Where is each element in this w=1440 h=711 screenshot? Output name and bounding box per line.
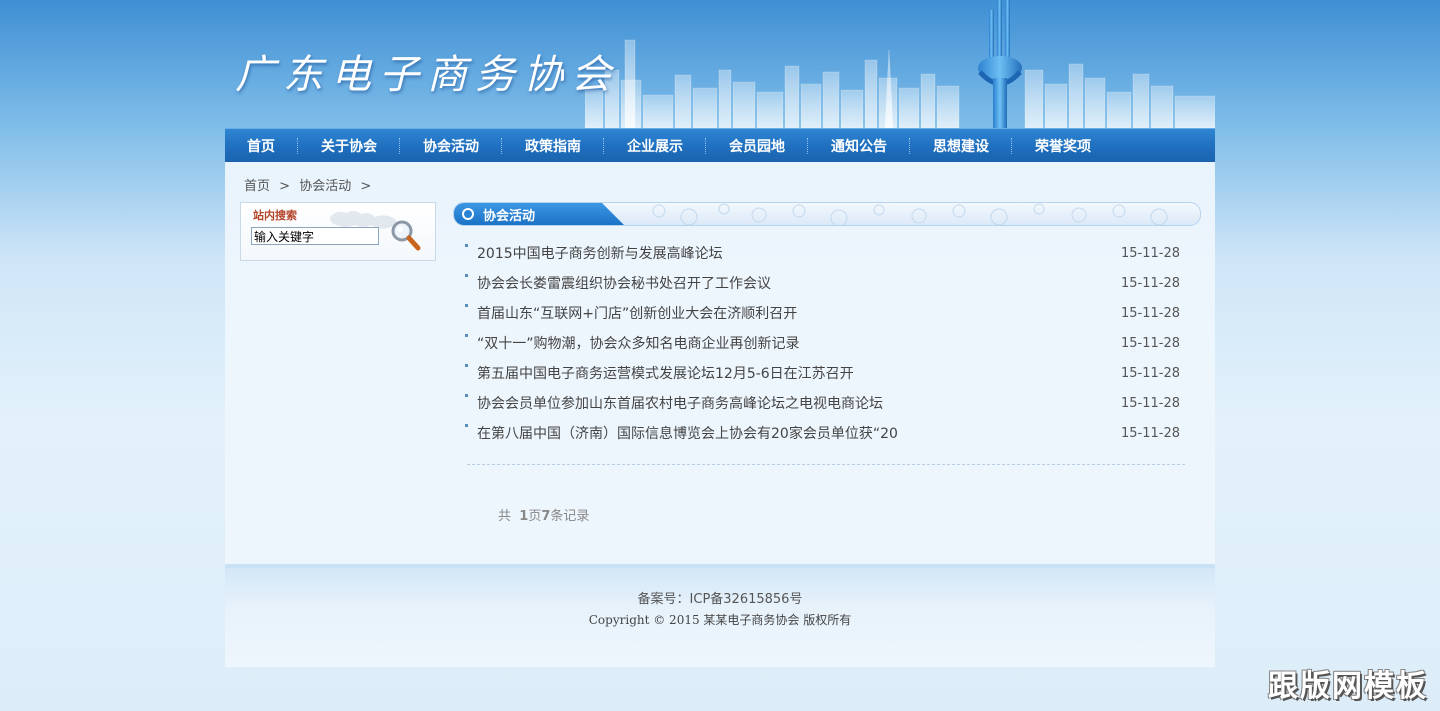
news-title-link[interactable]: 协会会长娄雷震组织协会秘书处召开了工作会议	[477, 269, 771, 299]
news-date: 15-11-28	[1120, 396, 1180, 411]
news-date: 15-11-28	[1120, 366, 1180, 381]
bullet-icon	[465, 274, 468, 277]
list-item: 协会会长娄雷震组织协会秘书处召开了工作会议 15-11-28	[465, 269, 1185, 299]
list-item: “双十一”购物潮，协会众多知名电商企业再创新记录 15-11-28	[465, 329, 1185, 359]
list-item: 第五届中国电子商务运营模式发展论坛12月5-6日在江苏召开 15-11-28	[465, 359, 1185, 389]
nav-item-notices[interactable]: 通知公告	[809, 136, 909, 156]
news-title-link[interactable]: 2015中国电子商务创新与发展高峰论坛	[477, 239, 723, 269]
footer-icp: 备案号：ICP备32615856号	[637, 592, 803, 607]
search-title: 站内搜索	[253, 209, 297, 222]
news-title-link[interactable]: 首届山东“互联网+门店”创新创业大会在济顺利召开	[477, 299, 797, 329]
breadcrumb: 首页 > 协会活动 >	[244, 175, 376, 194]
pagination-records-unit: 条记录	[550, 509, 590, 524]
pagination-summary: 共 1页7条记录	[498, 505, 589, 524]
news-date: 15-11-28	[1120, 246, 1180, 261]
footer-copyright: Copyright © 2015 某某电子商务协会 版权所有	[588, 613, 852, 627]
magnifier-search-icon[interactable]	[389, 217, 421, 253]
city-skyline-banner	[585, 0, 1215, 128]
main-panel: 首页 > 协会活动 > 站内搜索 协会活动	[225, 162, 1215, 564]
main-nav: 首页 关于协会 协会活动 政策指南 企业展示 会员园地 通知公告 思想建设 荣誉…	[225, 128, 1215, 162]
site-footer: 备案号：ICP备32615856号 Copyright © 2015 某某电子商…	[225, 564, 1215, 667]
nav-item-members[interactable]: 会员园地	[707, 136, 807, 156]
nav-item-ideology[interactable]: 思想建设	[911, 136, 1011, 156]
news-date: 15-11-28	[1120, 306, 1180, 321]
news-title-link[interactable]: 第五届中国电子商务运营模式发展论坛12月5-6日在江苏召开	[477, 359, 854, 389]
section-tab	[454, 203, 624, 225]
section-title: 协会活动	[483, 209, 536, 224]
list-item: 2015中国电子商务创新与发展高峰论坛 15-11-28	[465, 239, 1185, 269]
breadcrumb-current-link[interactable]: 协会活动	[299, 179, 351, 194]
nav-item-policy[interactable]: 政策指南	[503, 136, 603, 156]
nav-item-honors[interactable]: 荣誉奖项	[1013, 136, 1113, 156]
bullet-icon	[465, 424, 468, 427]
news-date: 15-11-28	[1120, 336, 1180, 351]
nav-item-home[interactable]: 首页	[225, 136, 297, 156]
news-date: 15-11-28	[1120, 426, 1180, 441]
news-title-link[interactable]: 协会会员单位参加山东首届农村电子商务高峰论坛之电视电商论坛	[477, 389, 883, 419]
breadcrumb-separator: >	[360, 179, 372, 194]
breadcrumb-home-link[interactable]: 首页	[244, 179, 270, 194]
section-header: 协会活动	[453, 202, 1201, 226]
nav-item-about[interactable]: 关于协会	[299, 136, 399, 156]
circle-bullet-icon	[462, 208, 474, 220]
news-title-link[interactable]: “双十一”购物潮，协会众多知名电商企业再创新记录	[477, 329, 800, 359]
bullet-icon	[465, 244, 468, 247]
list-divider	[467, 464, 1185, 465]
nav-item-activities[interactable]: 协会活动	[401, 136, 501, 156]
pagination-pages: 1	[519, 509, 529, 524]
site-header: 广东电子商务协会	[225, 0, 1215, 128]
list-item: 在第八届中国（济南）国际信息博览会上协会有20家会员单位获“20 15-11-2…	[465, 419, 1185, 449]
news-title-link[interactable]: 在第八届中国（济南）国际信息博览会上协会有20家会员单位获“20	[477, 419, 898, 449]
bullet-icon	[465, 394, 468, 397]
news-list: 2015中国电子商务创新与发展高峰论坛 15-11-28 协会会长娄雷震组织协会…	[465, 239, 1185, 449]
list-item: 协会会员单位参加山东首届农村电子商务高峰论坛之电视电商论坛 15-11-28	[465, 389, 1185, 419]
bullet-icon	[465, 334, 468, 337]
pagination-prefix: 共	[498, 509, 512, 524]
bullet-icon	[465, 304, 468, 307]
pagination-pages-unit: 页	[528, 509, 542, 524]
list-item: 首届山东“互联网+门店”创新创业大会在济顺利召开 15-11-28	[465, 299, 1185, 329]
breadcrumb-separator: >	[279, 179, 291, 194]
bullet-icon	[465, 364, 468, 367]
site-search-box: 站内搜索	[240, 202, 436, 261]
nav-item-companies[interactable]: 企业展示	[605, 136, 705, 156]
news-date: 15-11-28	[1120, 276, 1180, 291]
site-logo[interactable]: 广东电子商务协会	[235, 42, 619, 100]
search-input[interactable]	[251, 227, 379, 245]
section-pattern-decoration	[652, 203, 1168, 225]
watermark: 跟版网模板	[1268, 669, 1428, 704]
